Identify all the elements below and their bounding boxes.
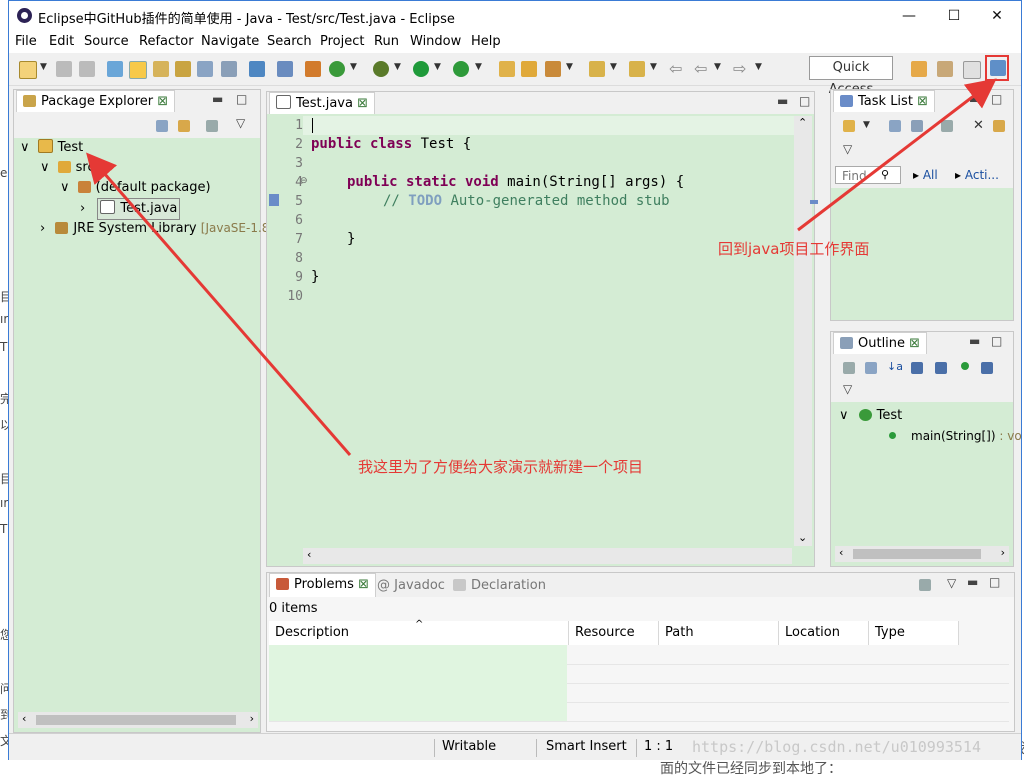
annotation-arrows: [86, 78, 997, 456]
arrow-to-java-perspective: [797, 78, 997, 232]
watermark: https://blog.csdn.net/u010993514: [692, 738, 981, 756]
arrow-to-project: [86, 152, 352, 456]
annotation-back-to-java: 回到java项目工作界面: [718, 240, 870, 258]
annotation-new-project: 我这里为了方便给大家演示就新建一个项目: [358, 458, 644, 476]
